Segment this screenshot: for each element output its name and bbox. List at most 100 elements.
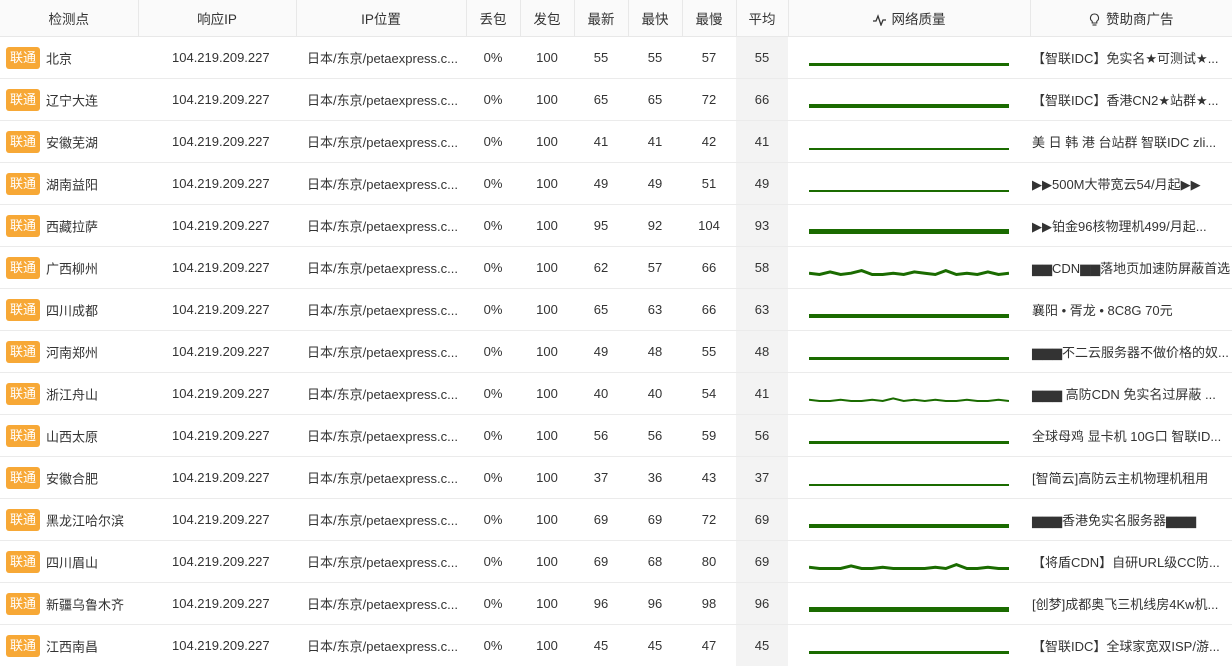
network-quality-cell[interactable] xyxy=(788,415,1030,457)
network-quality-cell[interactable] xyxy=(788,163,1030,205)
network-quality-cell[interactable] xyxy=(788,373,1030,415)
isp-badge: 联通 xyxy=(6,593,40,615)
location-cell: 联通四川眉山 xyxy=(0,541,138,583)
network-quality-cell[interactable] xyxy=(788,541,1030,583)
location-cell: 联通安徽合肥 xyxy=(0,457,138,499)
isp-badge: 联通 xyxy=(6,299,40,321)
sponsor-ad-link[interactable]: ▆▆▆香港免实名服务器▆▆▆ xyxy=(1030,499,1232,541)
network-quality-cell[interactable] xyxy=(788,499,1030,541)
table-row[interactable]: 联通辽宁大连104.219.209.227日本/东京/petaexpress.c… xyxy=(0,79,1232,121)
latency-last: 62 xyxy=(574,247,628,289)
response-ip[interactable]: 104.219.209.227 xyxy=(138,415,296,457)
location-cell: 联通新疆乌鲁木齐 xyxy=(0,583,138,625)
response-ip[interactable]: 104.219.209.227 xyxy=(138,289,296,331)
latency-avg: 63 xyxy=(736,289,788,331)
col-header-sponsor[interactable]: 赞助商广告 xyxy=(1030,0,1232,37)
col-header-worst[interactable]: 最慢 xyxy=(682,0,736,37)
packet-loss: 0% xyxy=(466,289,520,331)
network-quality-cell[interactable] xyxy=(788,37,1030,79)
response-ip[interactable]: 104.219.209.227 xyxy=(138,457,296,499)
latency-last: 65 xyxy=(574,79,628,121)
sponsor-ad-link[interactable]: ▆▆▆ 高防CDN 免实名过屏蔽 ... xyxy=(1030,373,1232,415)
packet-loss: 0% xyxy=(466,415,520,457)
col-header-loss[interactable]: 丢包 xyxy=(466,0,520,37)
response-ip[interactable]: 104.219.209.227 xyxy=(138,37,296,79)
quality-sparkline xyxy=(809,515,1009,529)
table-row[interactable]: 联通广西柳州104.219.209.227日本/东京/petaexpress.c… xyxy=(0,247,1232,289)
network-quality-cell[interactable] xyxy=(788,457,1030,499)
col-header-best[interactable]: 最快 xyxy=(628,0,682,37)
quality-sparkline xyxy=(809,263,1009,277)
table-row[interactable]: 联通安徽芜湖104.219.209.227日本/东京/petaexpress.c… xyxy=(0,121,1232,163)
network-quality-cell[interactable] xyxy=(788,331,1030,373)
sponsor-ad-link[interactable]: 【智联IDC】免实名★可测试★... xyxy=(1030,37,1232,79)
col-header-avg[interactable]: 平均 xyxy=(736,0,788,37)
table-row[interactable]: 联通河南郑州104.219.209.227日本/东京/petaexpress.c… xyxy=(0,331,1232,373)
ip-location: 日本/东京/petaexpress.c... xyxy=(296,79,466,121)
table-row[interactable]: 联通浙江舟山104.219.209.227日本/东京/petaexpress.c… xyxy=(0,373,1232,415)
quality-sparkline xyxy=(809,389,1009,403)
sponsor-ad-link[interactable]: ▆▆▆不二云服务器不做价格的奴... xyxy=(1030,331,1232,373)
response-ip[interactable]: 104.219.209.227 xyxy=(138,121,296,163)
latency-worst: 72 xyxy=(682,499,736,541)
sponsor-ad-link[interactable]: 全球母鸡 显卡机 10G口 智联ID... xyxy=(1030,415,1232,457)
sponsor-ad-link[interactable]: ▆▆CDN▆▆落地页加速防屏蔽首选 xyxy=(1030,247,1232,289)
table-row[interactable]: 联通安徽合肥104.219.209.227日本/东京/petaexpress.c… xyxy=(0,457,1232,499)
network-quality-cell[interactable] xyxy=(788,583,1030,625)
table-row[interactable]: 联通北京104.219.209.227日本/东京/petaexpress.c..… xyxy=(0,37,1232,79)
response-ip[interactable]: 104.219.209.227 xyxy=(138,79,296,121)
latency-avg: 55 xyxy=(736,37,788,79)
packet-loss: 0% xyxy=(466,457,520,499)
sponsor-ad-link[interactable]: 襄阳 • 胥龙 • 8C8G 70元 xyxy=(1030,289,1232,331)
col-header-location[interactable]: 检测点 xyxy=(0,0,138,37)
table-row[interactable]: 联通新疆乌鲁木齐104.219.209.227日本/东京/petaexpress… xyxy=(0,583,1232,625)
quality-sparkline xyxy=(809,473,1009,487)
table-header-row: 检测点 响应IP IP位置 丢包 发包 最新 最快 最慢 平均 网络质量 赞助商… xyxy=(0,0,1232,37)
sponsor-ad-link[interactable]: [创梦]成都奥飞三机线房4Kw机... xyxy=(1030,583,1232,625)
sponsor-ad-link[interactable]: 美 日 韩 港 台站群 智联IDC zli... xyxy=(1030,121,1232,163)
latency-avg: 93 xyxy=(736,205,788,247)
network-quality-cell[interactable] xyxy=(788,247,1030,289)
table-row[interactable]: 联通西藏拉萨104.219.209.227日本/东京/petaexpress.c… xyxy=(0,205,1232,247)
table-row[interactable]: 联通四川眉山104.219.209.227日本/东京/petaexpress.c… xyxy=(0,541,1232,583)
network-quality-cell[interactable] xyxy=(788,205,1030,247)
col-header-ip[interactable]: 响应IP xyxy=(138,0,296,37)
network-quality-cell[interactable] xyxy=(788,289,1030,331)
sponsor-ad-link[interactable]: ▶▶铂金96核物理机499/月起... xyxy=(1030,205,1232,247)
response-ip[interactable]: 104.219.209.227 xyxy=(138,499,296,541)
location-cell: 联通广西柳州 xyxy=(0,247,138,289)
network-quality-cell[interactable] xyxy=(788,79,1030,121)
quality-sparkline xyxy=(809,179,1009,193)
location-name: 黑龙江哈尔滨 xyxy=(46,513,124,528)
latency-avg: 56 xyxy=(736,415,788,457)
response-ip[interactable]: 104.219.209.227 xyxy=(138,331,296,373)
latency-avg: 66 xyxy=(736,79,788,121)
latency-avg: 96 xyxy=(736,583,788,625)
sponsor-ad-link[interactable]: ▶▶500M大带宽云54/月起▶▶ xyxy=(1030,163,1232,205)
latency-last: 41 xyxy=(574,121,628,163)
response-ip[interactable]: 104.219.209.227 xyxy=(138,583,296,625)
packet-loss: 0% xyxy=(466,541,520,583)
table-row[interactable]: 联通山西太原104.219.209.227日本/东京/petaexpress.c… xyxy=(0,415,1232,457)
sponsor-ad-link[interactable]: 【智联IDC】香港CN2★站群★... xyxy=(1030,79,1232,121)
response-ip[interactable]: 104.219.209.227 xyxy=(138,373,296,415)
sponsor-ad-link[interactable]: 【将盾CDN】自研URL级CC防... xyxy=(1030,541,1232,583)
packets-sent: 100 xyxy=(520,415,574,457)
location-cell: 联通安徽芜湖 xyxy=(0,121,138,163)
location-name: 四川成都 xyxy=(46,303,98,318)
table-row[interactable]: 联通黑龙江哈尔滨104.219.209.227日本/东京/petaexpress… xyxy=(0,499,1232,541)
sponsor-ad-link[interactable]: [智简云]高防云主机物理机租用 xyxy=(1030,457,1232,499)
response-ip[interactable]: 104.219.209.227 xyxy=(138,541,296,583)
table-row[interactable]: 联通湖南益阳104.219.209.227日本/东京/petaexpress.c… xyxy=(0,163,1232,205)
latency-last: 69 xyxy=(574,499,628,541)
response-ip[interactable]: 104.219.209.227 xyxy=(138,247,296,289)
response-ip[interactable]: 104.219.209.227 xyxy=(138,205,296,247)
col-header-last[interactable]: 最新 xyxy=(574,0,628,37)
network-quality-cell[interactable] xyxy=(788,121,1030,163)
packets-sent: 100 xyxy=(520,331,574,373)
response-ip[interactable]: 104.219.209.227 xyxy=(138,163,296,205)
col-header-sent[interactable]: 发包 xyxy=(520,0,574,37)
col-header-ip-location[interactable]: IP位置 xyxy=(296,0,466,37)
col-header-quality[interactable]: 网络质量 xyxy=(788,0,1030,37)
table-row[interactable]: 联通四川成都104.219.209.227日本/东京/petaexpress.c… xyxy=(0,289,1232,331)
